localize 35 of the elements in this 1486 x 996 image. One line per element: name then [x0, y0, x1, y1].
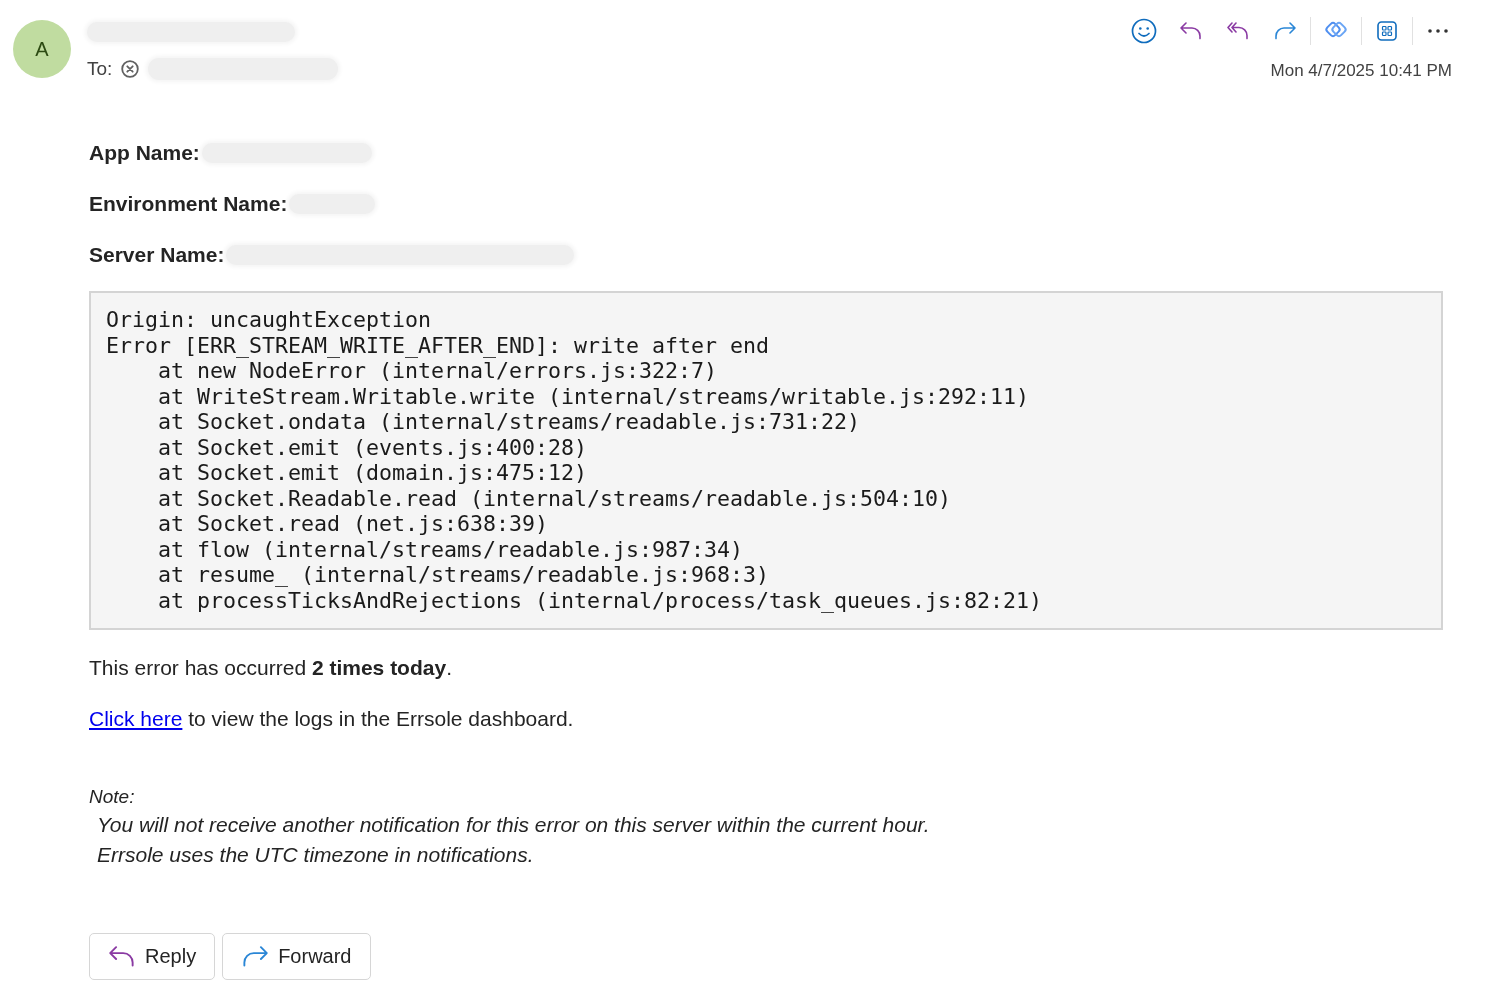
code-line: at WriteStream.Writable.write (internal/streams/writable.js:292:11): [157, 383, 1031, 409]
code-line: Origin: uncaughtException: [106, 307, 432, 333]
forward-arrow-icon: [1274, 22, 1296, 40]
occurrence-text: This error has occurred 2 times today.: [89, 655, 453, 681]
reply-arrow-icon: [109, 946, 135, 967]
reply-all-arrow-icon: [1227, 22, 1249, 40]
sender-avatar: A: [13, 20, 71, 78]
smiley-icon: [1131, 18, 1157, 44]
forward-button[interactable]: Forward: [222, 933, 371, 980]
to-label: To:: [87, 58, 113, 80]
code-line: at new NodeError (internal/errors.js:322:7): [157, 358, 719, 384]
field-label: Environment Name:: [89, 192, 288, 216]
remove-circle-icon[interactable]: [121, 60, 140, 78]
forward-arrow-icon: [242, 946, 269, 967]
note-title: Note:: [89, 785, 136, 809]
field-label: App Name:: [89, 141, 200, 165]
code-line: Error [ERR_STREAM_WRITE_AFTER_END]: write after end: [106, 332, 771, 358]
code-line: at Socket.Readable.read (internal/streams/readable.js:504:10): [157, 485, 953, 511]
code-line: at Socket.emit (events.js:400:28): [157, 434, 589, 460]
code-line: at processTicksAndRejections (internal/process/task_queues.js:82:21): [157, 587, 1044, 613]
code-line: at Socket.emit (domain.js:475:12): [157, 460, 589, 486]
dashboard-text: Click here to view the logs in the Errsole dashboard.: [89, 706, 575, 732]
reply-arrow-icon: [1180, 22, 1202, 40]
code-line: at resume_ (internal/streams/readable.js:968:3): [157, 562, 771, 588]
click-here-link[interactable]: Click here: [89, 707, 183, 730]
message-date: Mon 4/7/2025 10:41 PM: [1270, 61, 1452, 81]
grid-icon: [1377, 21, 1397, 41]
note-text: Errsole uses the UTC timezone in notifications.: [96, 842, 535, 868]
reply-button[interactable]: Reply: [89, 933, 216, 980]
note-text: You will not receive another notification for this error on this server within the current hour.: [96, 812, 931, 838]
field-label: Server Name:: [89, 243, 225, 267]
code-line: at flow (internal/streams/readable.js:987:34): [157, 536, 745, 562]
code-line: at Socket.ondata (internal/streams/readable.js:731:22): [157, 409, 862, 435]
code-line: at Socket.read (net.js:638:39): [157, 511, 550, 537]
more-icon: [1428, 29, 1448, 33]
